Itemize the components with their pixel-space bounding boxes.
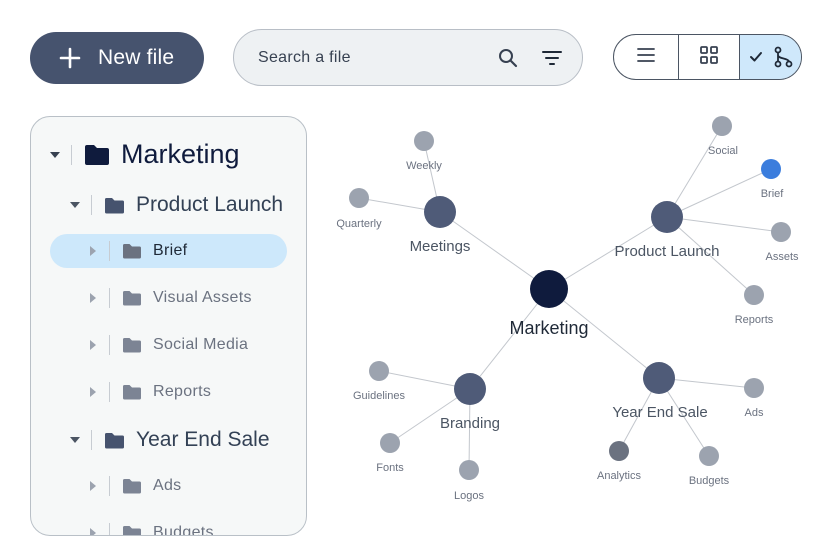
folder-icon [122, 384, 142, 400]
tree-item-label: Product Launch [136, 193, 284, 216]
tree-guide-line [91, 195, 92, 215]
tree-item-label: Brief [153, 242, 188, 259]
graph-node-label: Weekly [406, 160, 442, 172]
tree-item-label: Reports [153, 383, 212, 400]
folder-icon [122, 337, 142, 353]
tree-item-label: Budgets [153, 524, 214, 536]
list-view-button[interactable] [614, 35, 679, 79]
caret-right-icon[interactable] [87, 339, 99, 351]
graph-node-label: Product Launch [614, 243, 719, 260]
tree-guide-line [109, 335, 110, 355]
graph-node-branding[interactable] [454, 373, 486, 405]
graph-node-analytics[interactable] [609, 441, 629, 461]
tree-item-budgets[interactable]: Budgets [87, 523, 214, 536]
caret-down-icon[interactable] [49, 149, 61, 161]
caret-right-icon[interactable] [87, 292, 99, 304]
tree-guide-line [109, 476, 110, 496]
tree-item-label: Ads [153, 477, 182, 494]
graph-icon [773, 46, 793, 68]
graph-node-guidelines[interactable] [369, 361, 389, 381]
folder-tree: Marketing Product Launch Brief Visual As… [30, 116, 307, 536]
tree-guide-line [109, 523, 110, 535]
tree-item-year-end-sale[interactable]: Year End Sale [69, 428, 270, 452]
plus-icon [58, 46, 82, 70]
tree-item-social-media[interactable]: Social Media [87, 335, 248, 355]
folder-icon [104, 432, 125, 449]
graph-node-year-end-sale[interactable] [643, 362, 675, 394]
graph-node-weekly[interactable] [414, 131, 434, 151]
graph-node-label: Reports [735, 314, 774, 326]
search-input[interactable]: Search a file [258, 49, 496, 67]
graph-node-brief[interactable] [761, 159, 781, 179]
graph-node-reports[interactable] [744, 285, 764, 305]
tree-guide-line [109, 241, 110, 261]
graph-node-ads[interactable] [744, 378, 764, 398]
grid-view-button[interactable] [679, 35, 741, 79]
tree-item-visual-assets[interactable]: Visual Assets [87, 288, 252, 308]
tree-guide-line [91, 430, 92, 450]
graph-node-meetings[interactable] [424, 196, 456, 228]
grid-icon [699, 45, 719, 70]
graph-edges [358, 125, 782, 471]
caret-right-icon[interactable] [87, 527, 99, 535]
graph-node-label: Quarterly [336, 218, 382, 230]
graph-node-label: Assets [765, 251, 799, 263]
folder-icon [104, 197, 125, 214]
graph-node-product-launch[interactable] [651, 201, 683, 233]
search-bar[interactable]: Search a file [233, 29, 583, 86]
graph-node-assets[interactable] [771, 222, 791, 242]
graph-node-fonts[interactable] [380, 433, 400, 453]
graph-node-label: Analytics [597, 470, 642, 482]
caret-down-icon[interactable] [69, 199, 81, 211]
graph-node-label: Logos [454, 490, 484, 502]
graph-node-budgets[interactable] [699, 446, 719, 466]
caret-down-icon[interactable] [69, 434, 81, 446]
new-file-label: New file [98, 46, 175, 69]
graph-node-label: Fonts [376, 462, 404, 474]
caret-right-icon[interactable] [87, 245, 99, 257]
mind-map-graph: Weekly Quarterly Social Brief Assets Rep… [336, 116, 799, 502]
tree-item-label: Visual Assets [153, 289, 252, 306]
folder-icon [122, 525, 142, 535]
tree-item-label: Marketing [121, 139, 240, 169]
graph-node-label: Social [708, 145, 738, 157]
tree-item-ads[interactable]: Ads [87, 476, 181, 496]
folder-icon [122, 290, 142, 306]
tree-guide-line [109, 382, 110, 402]
tree-item-reports[interactable]: Reports [87, 382, 211, 402]
tree-guide-line [71, 144, 72, 165]
tree-item-label: Year End Sale [136, 428, 270, 451]
graph-node-label: Ads [745, 407, 764, 419]
list-icon [636, 47, 655, 67]
check-icon [749, 51, 763, 63]
tree-item-label: Social Media [153, 336, 249, 353]
graph-node-label: Guidelines [353, 390, 405, 402]
graph-node-social[interactable] [712, 116, 732, 136]
filter-icon[interactable] [540, 46, 564, 70]
folder-icon [122, 478, 142, 494]
tree-item-marketing[interactable]: Marketing [49, 139, 240, 170]
new-file-button[interactable]: New file [30, 32, 204, 84]
graph-node-marketing[interactable] [530, 270, 568, 308]
caret-right-icon[interactable] [87, 386, 99, 398]
caret-right-icon[interactable] [87, 480, 99, 492]
tree-guide-line [109, 288, 110, 308]
graph-node-label: Branding [440, 415, 500, 432]
search-icon[interactable] [496, 46, 520, 70]
graph-node-logos[interactable] [459, 460, 479, 480]
tree-item-brief[interactable]: Brief [87, 241, 187, 261]
graph-node-label: Year End Sale [612, 404, 707, 421]
graph-node-label: Budgets [689, 475, 730, 487]
graph-node-label: Meetings [410, 238, 471, 255]
graph-node-label: Marketing [509, 318, 588, 338]
view-toggle[interactable] [613, 34, 802, 80]
graph-view-button[interactable] [740, 35, 801, 79]
graph-node-quarterly[interactable] [349, 188, 369, 208]
tree-item-product-launch[interactable]: Product Launch [69, 193, 283, 217]
folder-icon [84, 144, 110, 166]
folder-icon [122, 243, 142, 259]
graph-node-label: Brief [761, 188, 785, 200]
